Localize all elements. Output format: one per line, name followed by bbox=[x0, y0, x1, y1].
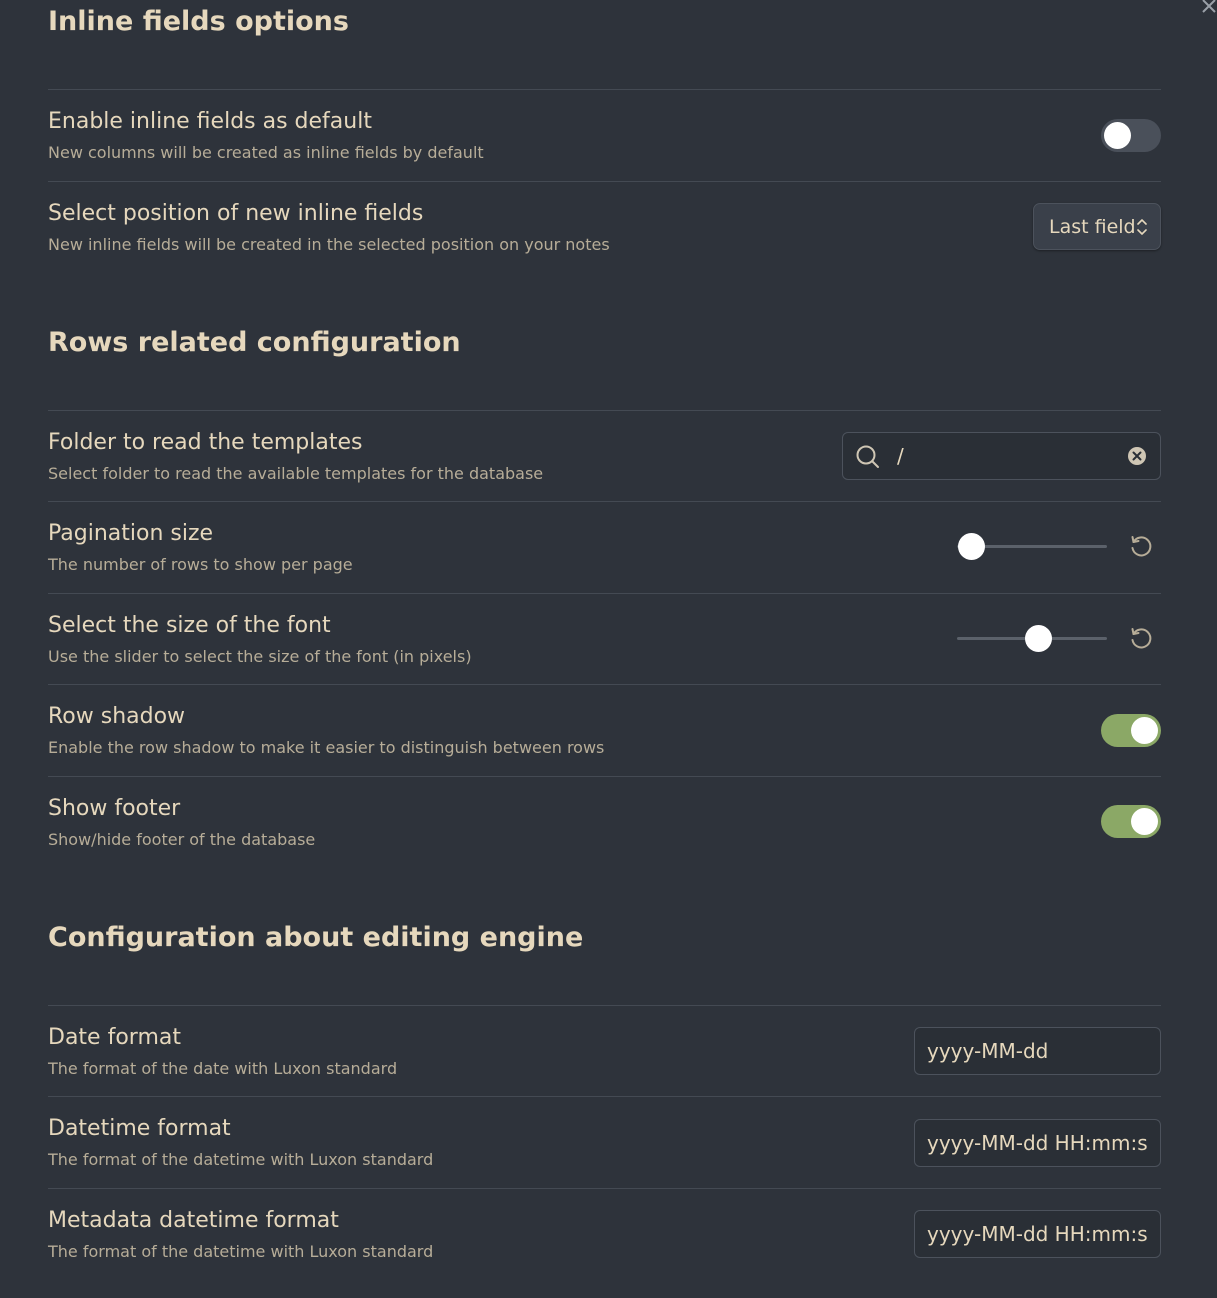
divider bbox=[48, 776, 1161, 777]
setting-label: Date format bbox=[48, 1025, 181, 1050]
toggle-knob bbox=[1131, 808, 1158, 835]
toggle-knob bbox=[1131, 717, 1158, 744]
templates-folder-input[interactable] bbox=[897, 433, 1117, 479]
divider bbox=[48, 410, 1161, 411]
setting-inline-position: Select position of new inline fields New… bbox=[48, 201, 1161, 261]
toggle-knob bbox=[1104, 122, 1131, 149]
setting-label: Datetime format bbox=[48, 1116, 231, 1141]
slider-thumb[interactable] bbox=[1025, 625, 1052, 652]
setting-date-format: Date format The format of the date with … bbox=[48, 1025, 1161, 1085]
setting-description: New columns will be created as inline fi… bbox=[48, 143, 484, 162]
divider bbox=[48, 1188, 1161, 1189]
divider bbox=[48, 89, 1161, 90]
divider bbox=[48, 501, 1161, 502]
section-title-inline-fields: Inline fields options bbox=[48, 6, 349, 37]
font-size-slider[interactable] bbox=[957, 623, 1107, 653]
slider-thumb[interactable] bbox=[957, 533, 985, 560]
enable-inline-fields-toggle[interactable] bbox=[1101, 119, 1161, 152]
divider bbox=[48, 1096, 1161, 1097]
metadata-datetime-format-input[interactable] bbox=[914, 1210, 1161, 1258]
setting-metadata-datetime-format: Metadata datetime format The format of t… bbox=[48, 1208, 1161, 1268]
setting-description: New inline fields will be created in the… bbox=[48, 235, 610, 254]
inline-position-dropdown[interactable]: Last field bbox=[1033, 203, 1161, 250]
divider bbox=[48, 593, 1161, 594]
setting-label: Select position of new inline fields bbox=[48, 201, 424, 226]
divider bbox=[48, 181, 1161, 182]
datetime-format-input[interactable] bbox=[914, 1119, 1161, 1167]
setting-label: Enable inline fields as default bbox=[48, 109, 372, 134]
setting-label: Metadata datetime format bbox=[48, 1208, 339, 1233]
settings-page: Inline fields options Enable inline fiel… bbox=[0, 0, 1217, 1298]
chevron-up-down-icon bbox=[1137, 219, 1147, 235]
setting-label: Row shadow bbox=[48, 704, 186, 729]
close-icon[interactable] bbox=[1199, 0, 1217, 18]
show-footer-toggle[interactable] bbox=[1101, 805, 1161, 838]
divider bbox=[48, 1005, 1161, 1006]
setting-pagination-size: Pagination size The number of rows to sh… bbox=[48, 521, 1161, 581]
setting-description: Select folder to read the available temp… bbox=[48, 464, 544, 483]
setting-label: Select the size of the font bbox=[48, 613, 331, 638]
setting-row-shadow: Row shadow Enable the row shadow to make… bbox=[48, 704, 1161, 764]
setting-enable-inline-fields: Enable inline fields as default New colu… bbox=[48, 109, 1161, 169]
setting-description: The format of the datetime with Luxon st… bbox=[48, 1150, 434, 1169]
reset-icon bbox=[1131, 628, 1152, 649]
date-format-input[interactable] bbox=[914, 1027, 1161, 1075]
setting-description: Enable the row shadow to make it easier … bbox=[48, 738, 605, 757]
setting-description: The format of the datetime with Luxon st… bbox=[48, 1242, 434, 1261]
reset-font-size-button[interactable] bbox=[1121, 618, 1161, 658]
setting-label: Show footer bbox=[48, 796, 181, 821]
reset-pagination-button[interactable] bbox=[1121, 526, 1161, 566]
setting-description: The number of rows to show per page bbox=[48, 555, 353, 574]
section-title-rows: Rows related configuration bbox=[48, 327, 461, 358]
templates-folder-search bbox=[842, 432, 1161, 480]
clear-icon[interactable] bbox=[1127, 446, 1147, 466]
search-icon bbox=[856, 445, 879, 468]
divider bbox=[48, 684, 1161, 685]
setting-label: Pagination size bbox=[48, 521, 214, 546]
setting-datetime-format: Datetime format The format of the dateti… bbox=[48, 1116, 1161, 1176]
setting-font-size: Select the size of the font Use the slid… bbox=[48, 613, 1161, 673]
reset-icon bbox=[1131, 536, 1152, 557]
setting-description: The format of the date with Luxon standa… bbox=[48, 1059, 398, 1078]
setting-templates-folder: Folder to read the templates Select fold… bbox=[48, 430, 1161, 490]
setting-description: Use the slider to select the size of the… bbox=[48, 647, 472, 666]
setting-label: Folder to read the templates bbox=[48, 430, 363, 455]
setting-description: Show/hide footer of the database bbox=[48, 830, 316, 849]
pagination-size-slider[interactable] bbox=[957, 531, 1107, 561]
section-title-editing-engine: Configuration about editing engine bbox=[48, 922, 584, 953]
setting-show-footer: Show footer Show/hide footer of the data… bbox=[48, 796, 1161, 856]
dropdown-value: Last field bbox=[1049, 216, 1136, 238]
row-shadow-toggle[interactable] bbox=[1101, 714, 1161, 747]
